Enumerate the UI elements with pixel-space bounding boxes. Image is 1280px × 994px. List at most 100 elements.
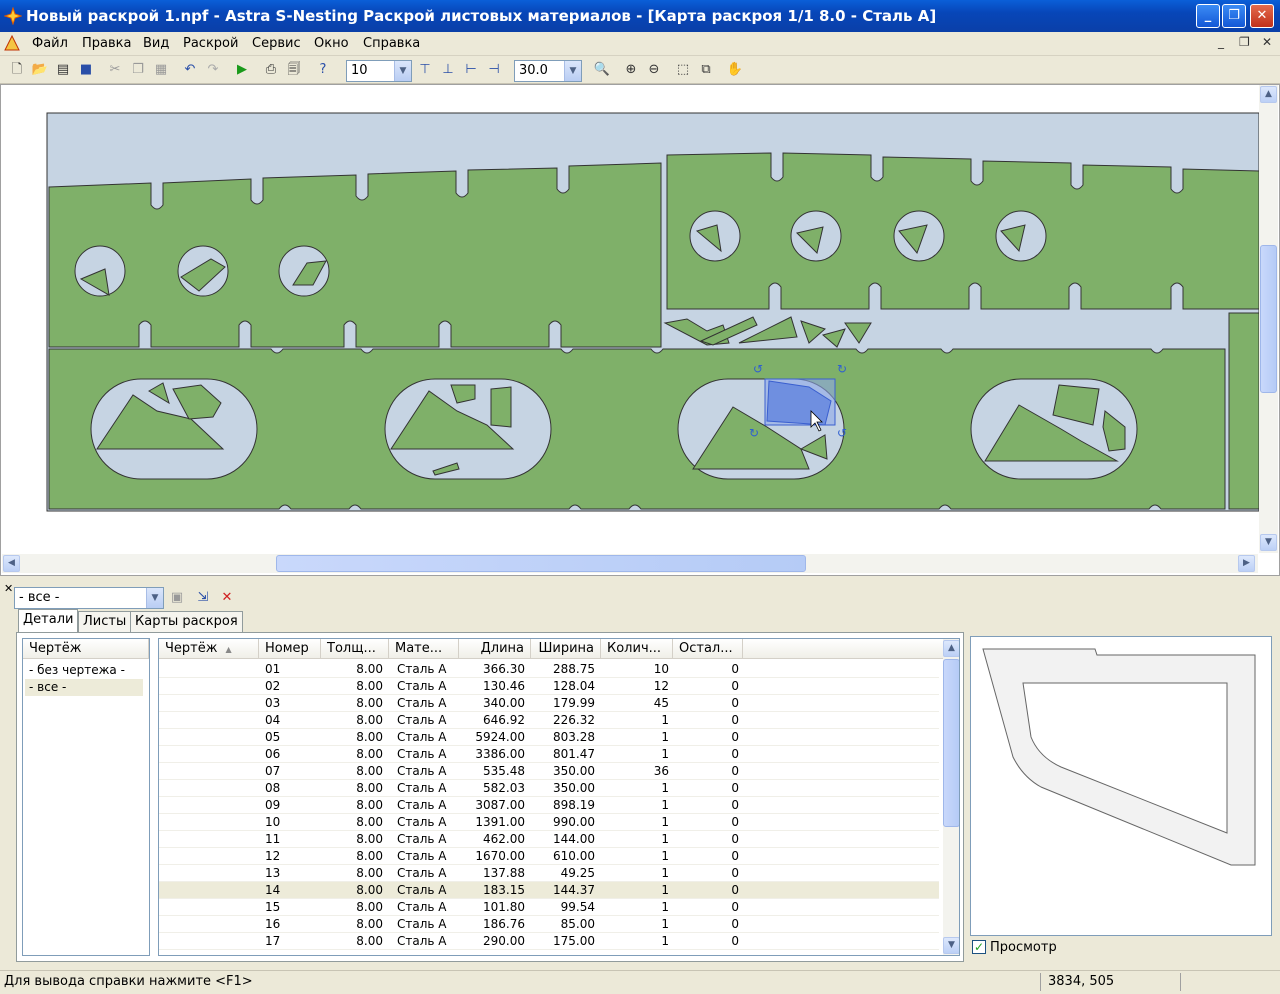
- col-remaining[interactable]: Остал...: [673, 639, 743, 659]
- rotate-handle-icon[interactable]: ↻: [749, 426, 759, 440]
- table-row[interactable]: 07 8.00 Сталь А 535.48 350.00 36 0: [159, 763, 939, 780]
- help-icon[interactable]: ?: [314, 61, 332, 79]
- save-all-icon[interactable]: ▤: [54, 61, 72, 79]
- drawings-list[interactable]: Чертёж - без чертежа - - все -: [22, 638, 150, 956]
- table-row[interactable]: 15 8.00 Сталь А 101.80 99.54 1 0: [159, 899, 939, 916]
- col-number[interactable]: Номер: [259, 639, 321, 659]
- table-scroll-thumb[interactable]: [943, 659, 959, 827]
- grid-step-select[interactable]: 10 ▼: [346, 60, 412, 82]
- zoom-select[interactable]: 30.0 ▼: [514, 60, 582, 82]
- table-row[interactable]: 17 8.00 Сталь А 290.00 175.00 1 0: [159, 933, 939, 950]
- tab-nesting-maps[interactable]: Карты раскроя: [130, 611, 243, 632]
- redo-icon[interactable]: ↷: [204, 61, 222, 79]
- zoom-window-icon[interactable]: ⧉: [697, 61, 715, 79]
- align-top-icon[interactable]: ⊤: [416, 61, 434, 79]
- new-file-icon[interactable]: 🗋: [8, 61, 26, 79]
- panel-close-icon[interactable]: ✕: [4, 582, 13, 595]
- tab-sheets[interactable]: Листы: [78, 611, 132, 632]
- table-row[interactable]: 14 8.00 Сталь А 183.15 144.37 1 0: [159, 882, 939, 899]
- menu-window[interactable]: Окно: [314, 36, 349, 51]
- rotate-handle-icon[interactable]: ↺: [753, 362, 763, 376]
- open-folder-icon[interactable]: 📂: [31, 61, 49, 79]
- align-bottom-icon[interactable]: ⊥: [439, 61, 457, 79]
- chevron-down-icon[interactable]: ▼: [564, 61, 581, 81]
- menu-edit[interactable]: Правка: [82, 36, 131, 51]
- pan-hand-icon[interactable]: ✋: [726, 61, 744, 79]
- scroll-left-icon[interactable]: ◀: [3, 555, 20, 572]
- vertical-scroll-thumb[interactable]: [1260, 245, 1277, 393]
- table-row[interactable]: 16 8.00 Сталь А 186.76 85.00 1 0: [159, 916, 939, 933]
- run-icon[interactable]: ▶: [233, 61, 251, 79]
- col-quantity[interactable]: Колич...: [601, 639, 673, 659]
- scroll-down-icon[interactable]: ▼: [943, 937, 959, 954]
- table-row[interactable]: 08 8.00 Сталь А 582.03 350.00 1 0: [159, 780, 939, 797]
- col-width[interactable]: Ширина: [531, 639, 601, 659]
- preview-checkbox[interactable]: ✓: [972, 940, 986, 954]
- table-row[interactable]: 13 8.00 Сталь А 137.88 49.25 1 0: [159, 865, 939, 882]
- scroll-up-icon[interactable]: ▲: [1260, 86, 1277, 103]
- vertical-scrollbar[interactable]: ▲ ▼: [1259, 85, 1278, 553]
- drawings-header[interactable]: Чертёж: [23, 639, 149, 659]
- col-material[interactable]: Мате...: [389, 639, 459, 659]
- col-length[interactable]: Длина: [459, 639, 531, 659]
- zoom-out-icon[interactable]: ⊖: [645, 61, 663, 79]
- undo-icon[interactable]: ↶: [181, 61, 199, 79]
- parts-table[interactable]: Чертёж ▲ Номер Толщ... Мате... Длина Шири…: [158, 638, 960, 956]
- minimize-button[interactable]: _: [1196, 4, 1220, 28]
- paste-icon[interactable]: ▦: [152, 61, 170, 79]
- menu-file[interactable]: Файл: [32, 36, 68, 51]
- nesting-map[interactable]: ↺ ↻ ↻ ↺: [1, 85, 1259, 553]
- close-button[interactable]: ✕: [1250, 4, 1274, 28]
- part[interactable]: [490, 386, 512, 428]
- mdi-close-button[interactable]: ✕: [1262, 35, 1272, 49]
- tab-details[interactable]: Детали: [18, 609, 79, 633]
- menu-service[interactable]: Сервис: [252, 36, 301, 51]
- cut-icon[interactable]: ✂: [106, 61, 124, 79]
- table-scrollbar[interactable]: ▲ ▼: [943, 639, 959, 955]
- copy-icon[interactable]: ❐: [129, 61, 147, 79]
- print-preview-icon[interactable]: 🗐: [285, 61, 303, 79]
- filter-select[interactable]: - все - ▼: [14, 587, 164, 609]
- scroll-down-icon[interactable]: ▼: [1260, 534, 1277, 551]
- maximize-button[interactable]: ❐: [1222, 4, 1246, 28]
- table-row[interactable]: 11 8.00 Сталь А 462.00 144.00 1 0: [159, 831, 939, 848]
- drawing-item[interactable]: - без чертежа -: [29, 662, 125, 679]
- delete-icon[interactable]: ✕: [218, 589, 236, 607]
- part-strip-edge[interactable]: [1228, 312, 1259, 510]
- properties-icon[interactable]: ▣: [168, 589, 186, 607]
- rotate-handle-icon[interactable]: ↺: [837, 426, 847, 440]
- table-row[interactable]: 05 8.00 Сталь А 5924.00 803.28 1 0: [159, 729, 939, 746]
- chevron-down-icon[interactable]: ▼: [146, 588, 163, 608]
- scroll-up-icon[interactable]: ▲: [943, 640, 959, 657]
- save-icon[interactable]: ■: [77, 61, 95, 79]
- table-row[interactable]: 12 8.00 Сталь А 1670.00 610.00 1 0: [159, 848, 939, 865]
- part-strip[interactable]: [48, 162, 662, 348]
- zoom-icon[interactable]: 🔍: [593, 61, 611, 79]
- table-row[interactable]: 09 8.00 Сталь А 3087.00 898.19 1 0: [159, 797, 939, 814]
- mdi-restore-button[interactable]: ❐: [1239, 35, 1250, 49]
- align-right-icon[interactable]: ⊣: [485, 61, 503, 79]
- part-strip[interactable]: [666, 152, 1259, 310]
- print-icon[interactable]: ⎙: [262, 61, 280, 79]
- drawing-item-selected[interactable]: - все -: [25, 679, 143, 696]
- menu-help[interactable]: Справка: [363, 36, 420, 51]
- horizontal-scroll-thumb[interactable]: [276, 555, 806, 572]
- table-row[interactable]: 10 8.00 Сталь А 1391.00 990.00 1 0: [159, 814, 939, 831]
- align-left-icon[interactable]: ⊢: [462, 61, 480, 79]
- col-drawing[interactable]: Чертёж ▲: [159, 639, 259, 659]
- table-row[interactable]: 02 8.00 Сталь А 130.46 128.04 12 0: [159, 678, 939, 695]
- table-row[interactable]: 04 8.00 Сталь А 646.92 226.32 1 0: [159, 712, 939, 729]
- scroll-right-icon[interactable]: ▶: [1238, 555, 1255, 572]
- col-thickness[interactable]: Толщ...: [321, 639, 389, 659]
- nesting-canvas[interactable]: ↺ ↻ ↻ ↺: [0, 84, 1280, 576]
- mdi-minimize-button[interactable]: _: [1218, 35, 1224, 49]
- zoom-in-icon[interactable]: ⊕: [622, 61, 640, 79]
- menu-view[interactable]: Вид: [143, 36, 169, 51]
- table-row[interactable]: 06 8.00 Сталь А 3386.00 801.47 1 0: [159, 746, 939, 763]
- table-row[interactable]: 03 8.00 Сталь А 340.00 179.99 45 0: [159, 695, 939, 712]
- rotate-handle-icon[interactable]: ↻: [837, 362, 847, 376]
- table-row[interactable]: 01 8.00 Сталь А 366.30 288.75 10 0: [159, 661, 939, 678]
- import-icon[interactable]: ⇲: [194, 589, 212, 607]
- chevron-down-icon[interactable]: ▼: [394, 61, 411, 81]
- menu-nesting[interactable]: Раскрой: [183, 36, 238, 51]
